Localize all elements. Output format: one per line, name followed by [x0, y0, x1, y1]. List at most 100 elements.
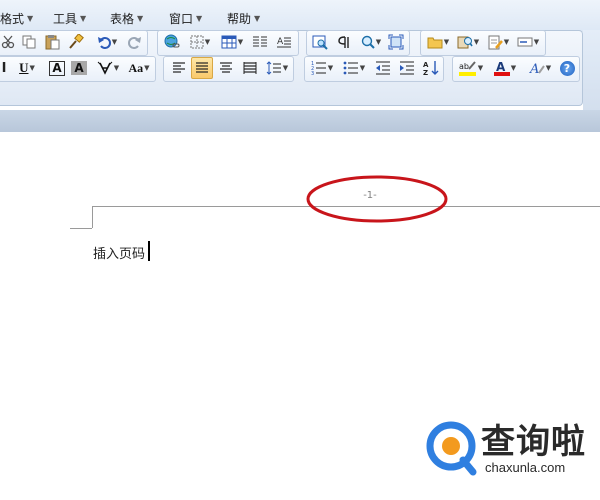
insert-table-button[interactable]: ▼ — [218, 31, 246, 53]
chevron-down-icon: ▼ — [113, 64, 120, 72]
chevron-down-icon: ▼ — [137, 14, 144, 23]
paintbrush-icon — [69, 34, 84, 49]
globe-link-icon — [164, 34, 180, 48]
redo-icon — [128, 37, 141, 49]
document-map-button[interactable]: ▼ — [484, 31, 512, 53]
character-shading-button[interactable]: A — [70, 57, 88, 79]
styles-icon: A — [529, 62, 545, 76]
undo-button[interactable]: ▼ — [92, 31, 122, 53]
menu-window[interactable]: 窗口 ▼ — [169, 10, 202, 27]
chevron-down-icon: ▼ — [375, 38, 382, 46]
highlighter-icon: ab — [458, 61, 476, 76]
align-left-icon — [173, 62, 185, 73]
borders-button[interactable]: ▼ — [186, 31, 214, 53]
line-spacing-button[interactable]: ▼ — [263, 57, 291, 79]
svg-text:A: A — [529, 62, 539, 76]
chevron-down-icon: ▼ — [80, 14, 87, 23]
highlight-button[interactable]: ab ▼ — [456, 57, 486, 79]
chevron-down-icon: ▼ — [27, 14, 34, 23]
chevron-down-icon: ▼ — [510, 64, 517, 72]
increase-indent-button[interactable] — [396, 57, 418, 79]
copy-button[interactable] — [20, 31, 38, 53]
text-direction-button[interactable]: A — [274, 31, 294, 53]
paragraph-mark-icon — [338, 36, 349, 48]
print-preview-button[interactable] — [310, 31, 330, 53]
svg-text:A: A — [496, 60, 506, 74]
bullets-button[interactable]: ▼ — [340, 57, 368, 79]
bullet-list-icon — [343, 61, 358, 75]
full-screen-icon — [388, 34, 404, 50]
menu-table[interactable]: 表格 ▼ — [110, 10, 143, 27]
chevron-down-icon: ▼ — [359, 64, 366, 72]
menu-tools[interactable]: 工具 ▼ — [53, 10, 86, 27]
highlight-ellipse-annotation — [306, 175, 448, 223]
svg-text:Z: Z — [423, 69, 428, 76]
zoom-button[interactable]: ▼ — [358, 31, 384, 53]
research-button[interactable]: ▼ — [454, 31, 482, 53]
change-case-label: Aa — [128, 60, 144, 75]
menu-format[interactable]: 格式 ▼ — [0, 10, 33, 27]
distributed-button[interactable] — [239, 57, 261, 79]
chevron-down-icon: ▼ — [254, 14, 261, 23]
redo-button[interactable] — [126, 31, 144, 53]
chevron-down-icon: ▼ — [282, 64, 289, 72]
help-button[interactable]: ? — [558, 57, 576, 79]
italic-button-partial[interactable]: I — [0, 57, 8, 79]
chevron-down-icon: ▼ — [545, 64, 552, 72]
sort-az-icon: AZ — [423, 61, 439, 76]
chevron-down-icon: ▼ — [144, 64, 150, 72]
svg-text:3: 3 — [311, 71, 314, 75]
toolbar-edge — [583, 30, 600, 110]
undo-icon — [97, 37, 111, 49]
numbered-list-icon: 123 — [311, 61, 326, 75]
insert-hyperlink-button[interactable] — [162, 31, 182, 53]
show-formatting-button[interactable] — [334, 31, 354, 53]
line-spacing-icon — [266, 61, 281, 75]
copy-icon — [22, 35, 36, 49]
svg-text:ab: ab — [459, 62, 469, 71]
folder-icon — [427, 37, 443, 49]
underline-button[interactable]: U ▼ — [12, 57, 42, 79]
menu-help-label: 帮助 — [227, 12, 252, 26]
paste-button[interactable] — [42, 31, 62, 53]
justify-button[interactable] — [191, 57, 213, 79]
align-center-button[interactable] — [215, 57, 237, 79]
justify-icon — [196, 62, 208, 73]
character-scaling-button[interactable]: ▼ — [94, 57, 122, 79]
toolbar-ribbon: ▼ ▼ ▼ A ▼ ▼ ▼ ▼ ▼ I U ▼ A A ▼ Aa ▼ ▼ 1 2… — [0, 30, 583, 106]
chevron-down-icon: ▼ — [533, 38, 540, 46]
format-painter-button[interactable] — [66, 31, 86, 53]
watermark-domain: chaxunla.com — [485, 460, 566, 475]
margin-corner-mark — [70, 228, 92, 229]
styles-button[interactable]: A ▼ — [526, 57, 554, 79]
numbering-button[interactable]: 123 ▼ — [308, 57, 336, 79]
decrease-indent-button[interactable] — [372, 57, 394, 79]
chevron-down-icon: ▼ — [196, 14, 203, 23]
cut-button[interactable] — [0, 31, 16, 53]
chevron-down-icon: ▼ — [29, 64, 35, 72]
ruler-band — [0, 110, 600, 133]
columns-button[interactable] — [250, 31, 270, 53]
text-direction-icon: A — [277, 37, 291, 48]
research-icon — [457, 36, 473, 49]
align-left-button[interactable] — [168, 57, 190, 79]
full-screen-button[interactable] — [386, 31, 406, 53]
svg-text:A: A — [423, 61, 429, 69]
body-text[interactable]: 插入页码 — [93, 243, 145, 262]
chevron-down-icon: ▼ — [503, 38, 510, 46]
font-color-button[interactable]: A ▼ — [490, 57, 520, 79]
watermark-logo: 查询啦 chaxunla.com — [425, 412, 600, 500]
menu-help[interactable]: 帮助 ▼ — [227, 10, 260, 27]
change-case-button[interactable]: Aa ▼ — [124, 57, 154, 79]
character-border-button[interactable]: A — [48, 57, 66, 79]
open-folder-button[interactable]: ▼ — [424, 31, 452, 53]
chevron-down-icon: ▼ — [477, 64, 484, 72]
form-field-button[interactable]: ▼ — [514, 31, 542, 53]
sort-button[interactable]: AZ — [420, 57, 442, 79]
magnifier-icon — [361, 35, 375, 49]
text-cursor — [148, 241, 150, 261]
character-shading-label: A — [71, 61, 87, 75]
table-icon — [221, 35, 237, 49]
increase-indent-icon — [400, 61, 414, 75]
menu-tools-label: 工具 — [53, 12, 78, 26]
